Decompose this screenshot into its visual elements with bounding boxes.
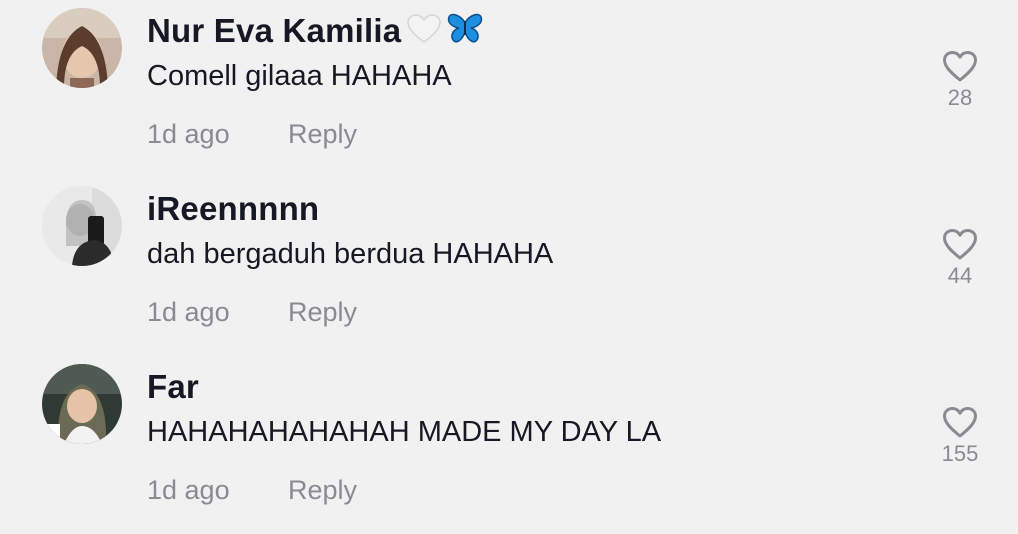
- avatar-image: [42, 8, 122, 88]
- heart-outline-icon: [943, 407, 977, 438]
- comment-meta: 1d ago Reply: [147, 475, 357, 506]
- username[interactable]: Nur Eva Kamilia: [147, 12, 401, 50]
- like-button[interactable]: 44: [930, 228, 990, 289]
- like-button[interactable]: 155: [930, 406, 990, 467]
- butterfly-icon: [447, 13, 483, 50]
- comment-meta: 1d ago Reply: [147, 119, 357, 150]
- avatar-image: [42, 364, 122, 444]
- comment-item: Nur Eva Kamilia Comell gilaaa HAHAHA 1d …: [0, 0, 1018, 178]
- timestamp: 1d ago: [147, 475, 230, 505]
- like-button[interactable]: 28: [930, 50, 990, 111]
- like-count: 44: [947, 263, 973, 288]
- comment-meta: 1d ago Reply: [147, 297, 357, 328]
- timestamp: 1d ago: [147, 297, 230, 327]
- reply-button[interactable]: Reply: [288, 119, 357, 150]
- username[interactable]: Far: [147, 368, 199, 406]
- avatar[interactable]: [42, 186, 122, 266]
- like-count: 28: [947, 85, 973, 110]
- like-count: 155: [941, 441, 979, 466]
- username[interactable]: iReennnnn: [147, 190, 319, 228]
- avatar-image: [42, 186, 122, 266]
- reply-button[interactable]: Reply: [288, 297, 357, 328]
- comment-item: Far HAHAHAHAHAHAH MADE MY DAY LA 1d ago …: [0, 356, 1018, 534]
- timestamp: 1d ago: [147, 119, 230, 149]
- avatar[interactable]: [42, 364, 122, 444]
- comment-text: HAHAHAHAHAHAH MADE MY DAY LA: [147, 416, 662, 448]
- comment-item: iReennnnn dah bergaduh berdua HAHAHA 1d …: [0, 178, 1018, 356]
- white-heart-icon: [407, 13, 442, 49]
- avatar[interactable]: [42, 8, 122, 88]
- heart-outline-icon: [943, 51, 977, 82]
- comment-text: Comell gilaaa HAHAHA: [147, 60, 452, 92]
- comment-text: dah bergaduh berdua HAHAHA: [147, 238, 554, 270]
- reply-button[interactable]: Reply: [288, 475, 357, 506]
- heart-outline-icon: [943, 229, 977, 260]
